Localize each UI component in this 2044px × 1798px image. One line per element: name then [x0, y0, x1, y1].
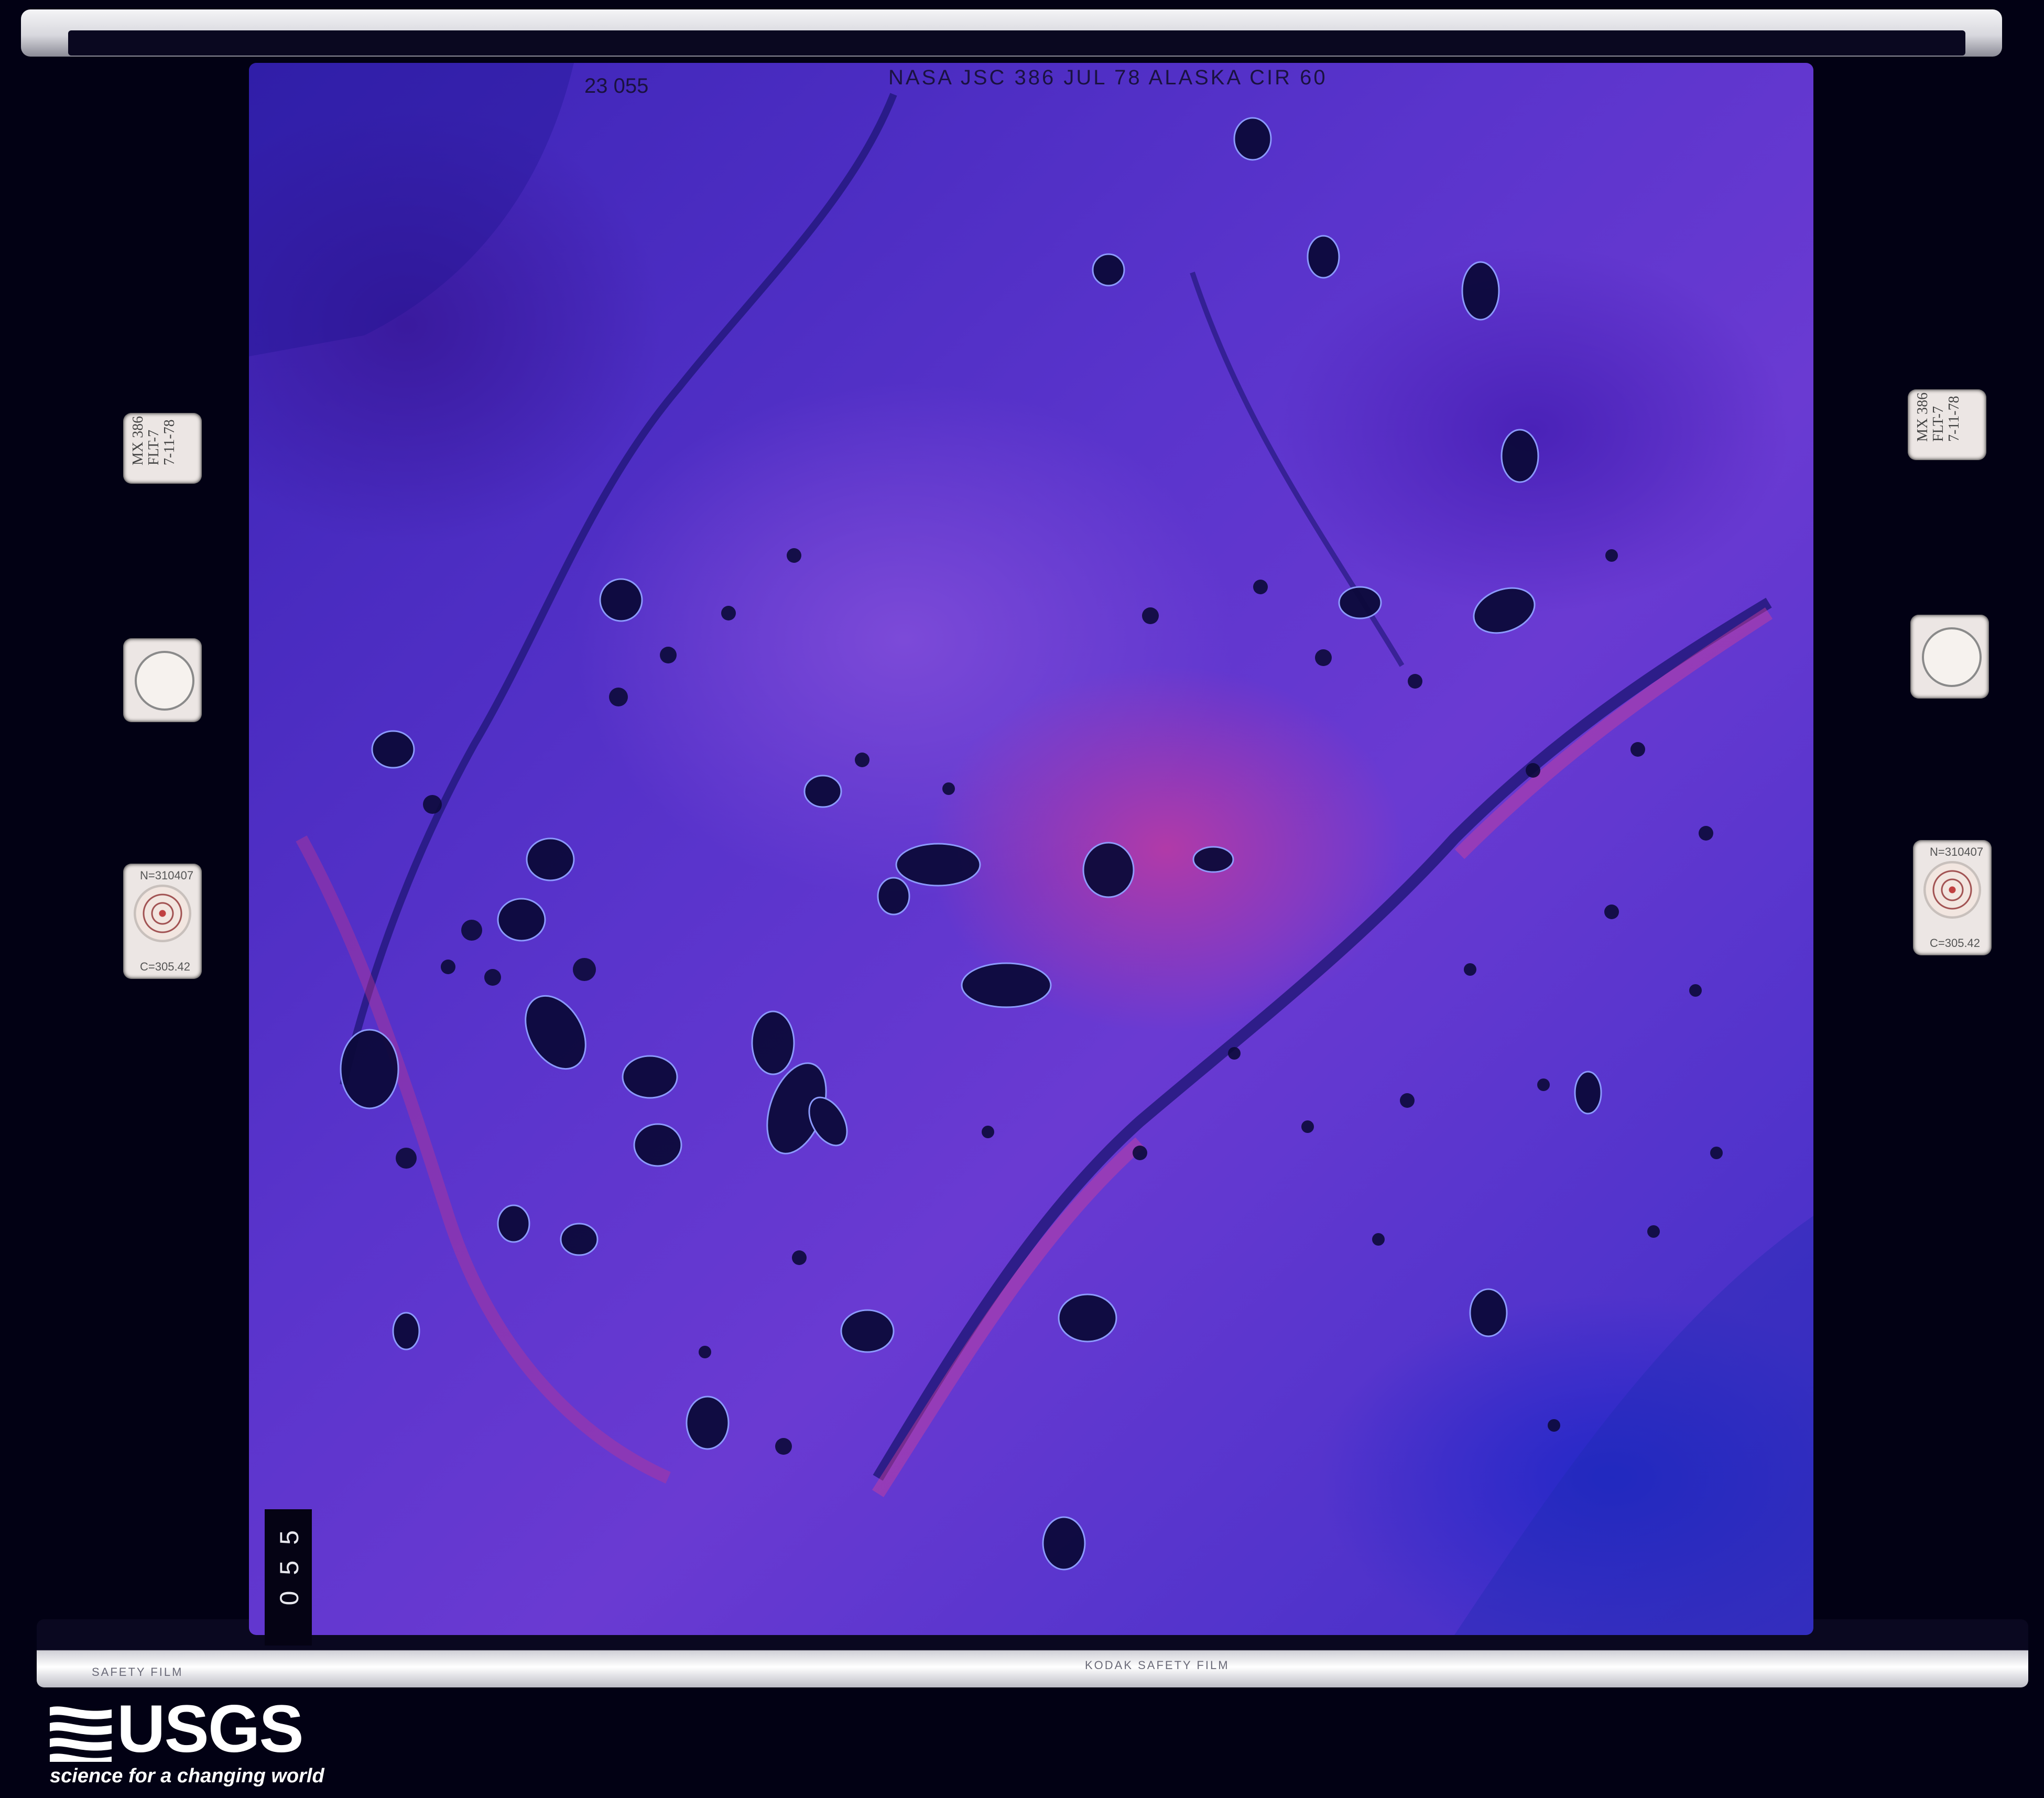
usgs-wave-icon — [50, 1706, 112, 1762]
frame-number: 055 — [265, 1509, 312, 1646]
edge-print-center: KODAK SAFETY FILM — [1085, 1659, 1230, 1672]
clock-icon — [135, 651, 194, 711]
clock-icon — [1922, 627, 1982, 687]
aerial-photo: 23 055 NASA JSC 386 JUL 78 ALASKA CIR 60 — [249, 63, 1813, 1635]
logo-wordmark: USGS — [117, 1692, 304, 1767]
annotation-card-right: MX 386 FLT-7 7-11-78 — [1908, 389, 1986, 460]
film-edge-top — [21, 9, 2002, 57]
frame-id: 23 055 — [584, 74, 649, 97]
edge-print-left: SAFETY FILM — [92, 1665, 183, 1679]
frame-label: NASA JSC 386 JUL 78 ALASKA CIR 60 — [888, 66, 1328, 89]
usgs-logo: USGS science for a changing world — [50, 1696, 343, 1787]
clock-card-right — [1910, 615, 1989, 699]
clock-card-left — [123, 638, 202, 722]
target-icon — [134, 885, 191, 942]
film-strip: SAFETY FILM KODAK SAFETY FILM MX 386 FLT… — [0, 0, 2044, 1798]
logo-tagline: science for a changing world — [50, 1765, 324, 1787]
target-card-left: N=310407 C=305.42 — [123, 864, 202, 979]
target-card-right: N=310407 C=305.42 — [1913, 840, 1992, 955]
target-icon — [1923, 861, 1981, 919]
annotation-card-left: MX 386 FLT-7 7-11-78 — [123, 413, 202, 484]
terrain-overlay — [249, 63, 1813, 1635]
